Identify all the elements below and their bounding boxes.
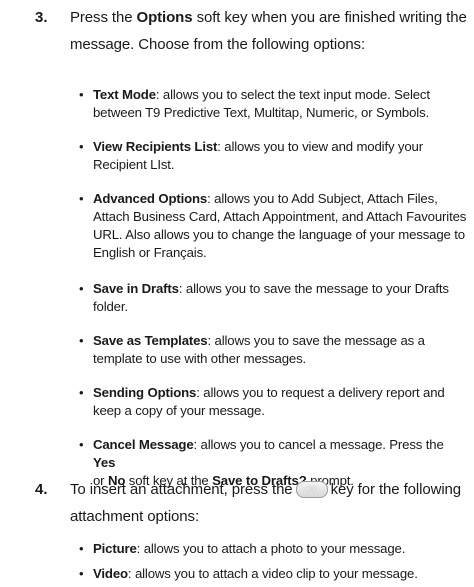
bullet-dot: • (79, 541, 84, 556)
option-title: Advanced Options (93, 191, 208, 206)
step-text: Press the Options soft key when you are … (70, 4, 468, 58)
bullet-dot: • (79, 385, 84, 400)
bullet-dot: • (79, 191, 84, 206)
option-title: Text Mode (93, 87, 156, 102)
options-key-label: Options (136, 9, 193, 26)
step-text: To insert an attachment, press the OK key … (70, 476, 468, 530)
bullet-dot: • (79, 87, 84, 102)
manual-page: 3. Press the Options soft key when you a… (0, 0, 474, 587)
step-number: 3. (35, 9, 48, 26)
step-text-pre: To insert an attachment, press the (70, 481, 293, 498)
option-title: Save as Templates (93, 333, 208, 348)
option-title: View Recipients List (93, 139, 218, 154)
bullet-dot: • (79, 139, 84, 154)
ok-key-icon: OK (295, 480, 328, 498)
option-desc: : allows you to cancel a message. Press … (193, 437, 444, 452)
yes-key-label: Yes (93, 455, 116, 470)
bullet-dot: • (79, 333, 84, 348)
option-title: Save in Drafts (93, 281, 179, 296)
attachment-title: Picture (93, 541, 137, 556)
option-title: Cancel Message (93, 437, 194, 452)
attachment-desc: : allows you to attach a video clip to y… (127, 566, 418, 581)
attachment-title: Video (93, 566, 128, 581)
option-title: Sending Options (93, 385, 197, 400)
step-text-pre: Press the (70, 9, 137, 26)
step-number: 4. (35, 481, 48, 498)
attachment-desc: : allows you to attach a photo to your m… (136, 541, 406, 556)
bullet-dot: • (79, 281, 84, 296)
bullet-dot: • (79, 437, 84, 452)
bullet-dot: • (79, 566, 84, 581)
